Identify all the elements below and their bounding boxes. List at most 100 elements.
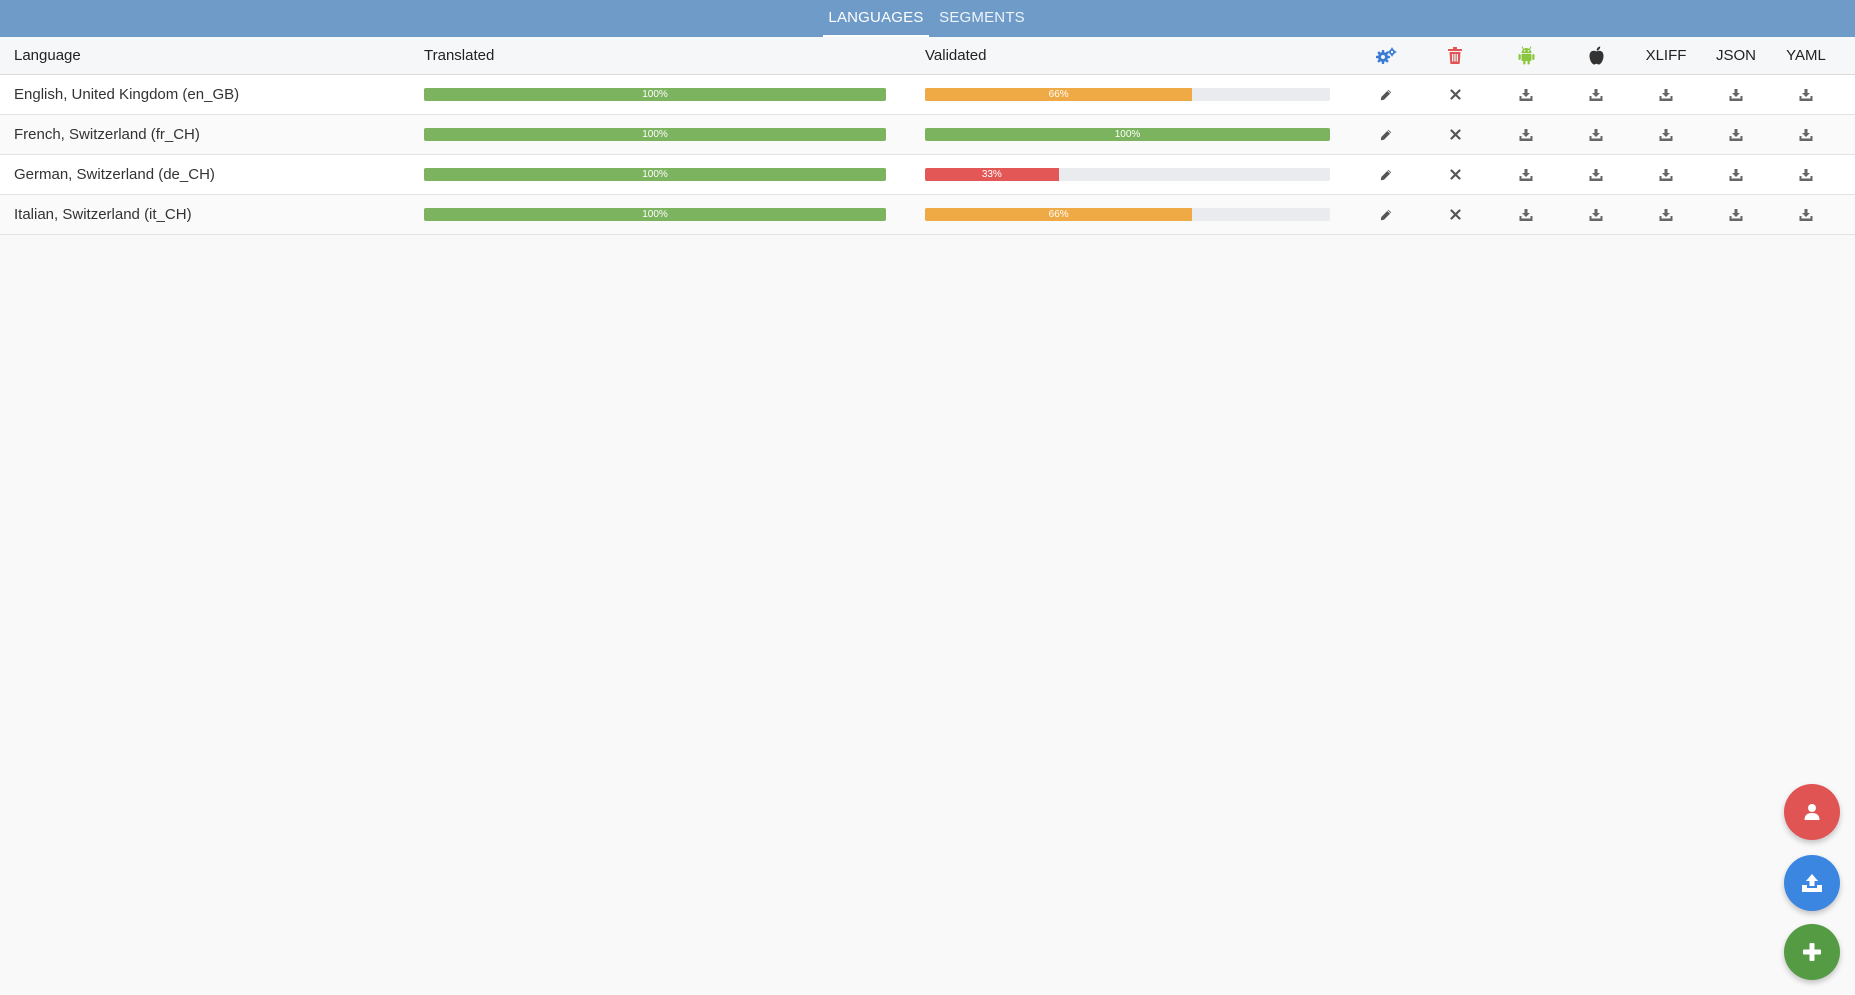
translated-progress-fill: 100% <box>424 208 886 221</box>
validated-progress: 33% <box>925 168 1330 181</box>
download-icon <box>1799 208 1813 221</box>
table-header-row: Language Translated Validated XLIFF JSON… <box>0 37 1855 75</box>
download-icon <box>1659 128 1673 141</box>
top-nav-bar: LANGUAGES SEGMENTS <box>0 0 1855 37</box>
download-yaml-button[interactable] <box>1786 195 1826 234</box>
edit-language-button[interactable] <box>1366 195 1406 234</box>
download-yaml-button[interactable] <box>1786 115 1826 154</box>
download-xliff-button[interactable] <box>1646 195 1686 234</box>
user-icon <box>1804 804 1820 820</box>
translated-progress-fill: 100% <box>424 128 886 141</box>
table-row: German, Switzerland (de_CH) 100% 33% <box>0 155 1855 195</box>
download-icon <box>1729 208 1743 221</box>
upload-button[interactable] <box>1784 855 1840 911</box>
download-android-button[interactable] <box>1506 75 1546 114</box>
table-row: Italian, Switzerland (it_CH) 100% 66% <box>0 195 1855 235</box>
table-row: English, United Kingdom (en_GB) 100% 66% <box>0 75 1855 115</box>
add-language-button[interactable] <box>1784 924 1840 980</box>
delete-language-button[interactable] <box>1435 75 1475 114</box>
download-yaml-button[interactable] <box>1786 155 1826 194</box>
edit-language-button[interactable] <box>1366 115 1406 154</box>
header-validated: Validated <box>925 47 987 64</box>
validated-progress-fill: 33% <box>925 168 1059 181</box>
translated-progress: 100% <box>424 208 886 221</box>
android-icon[interactable] <box>1506 37 1546 74</box>
download-json-button[interactable] <box>1716 75 1756 114</box>
close-icon <box>1449 209 1461 220</box>
tab-languages[interactable]: LANGUAGES <box>823 0 929 37</box>
download-xliff-button[interactable] <box>1646 115 1686 154</box>
tab-segments[interactable]: SEGMENTS <box>936 0 1028 37</box>
header-xliff: XLIFF <box>1645 47 1687 64</box>
download-icon <box>1729 88 1743 101</box>
download-icon <box>1799 128 1813 141</box>
download-ios-button[interactable] <box>1576 195 1616 234</box>
download-android-button[interactable] <box>1506 195 1546 234</box>
download-android-button[interactable] <box>1506 115 1546 154</box>
download-icon <box>1519 128 1533 141</box>
pencil-icon <box>1380 129 1392 141</box>
validated-progress-fill: 66% <box>925 88 1193 101</box>
trash-icon[interactable] <box>1435 37 1475 74</box>
upload-icon <box>1802 874 1822 892</box>
add-user-button[interactable] <box>1784 784 1840 840</box>
language-name: English, United Kingdom (en_GB) <box>14 86 240 103</box>
validated-progress: 66% <box>925 88 1330 101</box>
download-icon <box>1659 88 1673 101</box>
pencil-icon <box>1380 169 1392 181</box>
apple-icon[interactable] <box>1576 37 1616 74</box>
download-ios-button[interactable] <box>1576 155 1616 194</box>
download-xliff-button[interactable] <box>1646 75 1686 114</box>
validated-progress: 100% <box>925 128 1330 141</box>
download-yaml-button[interactable] <box>1786 75 1826 114</box>
download-icon <box>1519 208 1533 221</box>
download-icon <box>1729 128 1743 141</box>
download-json-button[interactable] <box>1716 195 1756 234</box>
delete-language-button[interactable] <box>1435 155 1475 194</box>
validated-progress-fill: 66% <box>925 208 1193 221</box>
pencil-icon <box>1380 209 1392 221</box>
header-translated: Translated <box>424 47 495 64</box>
language-name: German, Switzerland (de_CH) <box>14 166 215 183</box>
table-row: French, Switzerland (fr_CH) 100% 100% <box>0 115 1855 155</box>
close-icon <box>1449 169 1461 180</box>
delete-language-button[interactable] <box>1435 115 1475 154</box>
download-ios-button[interactable] <box>1576 75 1616 114</box>
download-icon <box>1519 88 1533 101</box>
download-icon <box>1659 208 1673 221</box>
edit-language-button[interactable] <box>1366 155 1406 194</box>
download-icon <box>1519 168 1533 181</box>
download-icon <box>1589 88 1603 101</box>
validated-progress: 66% <box>925 208 1330 221</box>
gears-icon[interactable] <box>1366 37 1406 74</box>
download-json-button[interactable] <box>1716 115 1756 154</box>
download-xliff-button[interactable] <box>1646 155 1686 194</box>
translated-progress: 100% <box>424 168 886 181</box>
download-icon <box>1659 168 1673 181</box>
edit-language-button[interactable] <box>1366 75 1406 114</box>
download-icon <box>1729 168 1743 181</box>
languages-table: Language Translated Validated XLIFF JSON… <box>0 37 1855 235</box>
download-icon <box>1799 168 1813 181</box>
download-icon <box>1589 208 1603 221</box>
download-icon <box>1589 128 1603 141</box>
pencil-icon <box>1380 89 1392 101</box>
download-json-button[interactable] <box>1716 155 1756 194</box>
validated-progress-fill: 100% <box>925 128 1330 141</box>
plus-icon <box>1803 943 1821 961</box>
translated-progress-fill: 100% <box>424 88 886 101</box>
download-ios-button[interactable] <box>1576 115 1616 154</box>
language-name: Italian, Switzerland (it_CH) <box>14 206 192 223</box>
translated-progress: 100% <box>424 128 886 141</box>
delete-language-button[interactable] <box>1435 195 1475 234</box>
download-android-button[interactable] <box>1506 155 1546 194</box>
translated-progress: 100% <box>424 88 886 101</box>
language-name: French, Switzerland (fr_CH) <box>14 126 200 143</box>
translated-progress-fill: 100% <box>424 168 886 181</box>
download-icon <box>1589 168 1603 181</box>
header-yaml: YAML <box>1786 47 1826 64</box>
header-language: Language <box>14 47 81 64</box>
close-icon <box>1449 129 1461 140</box>
close-icon <box>1449 89 1461 100</box>
download-icon <box>1799 88 1813 101</box>
